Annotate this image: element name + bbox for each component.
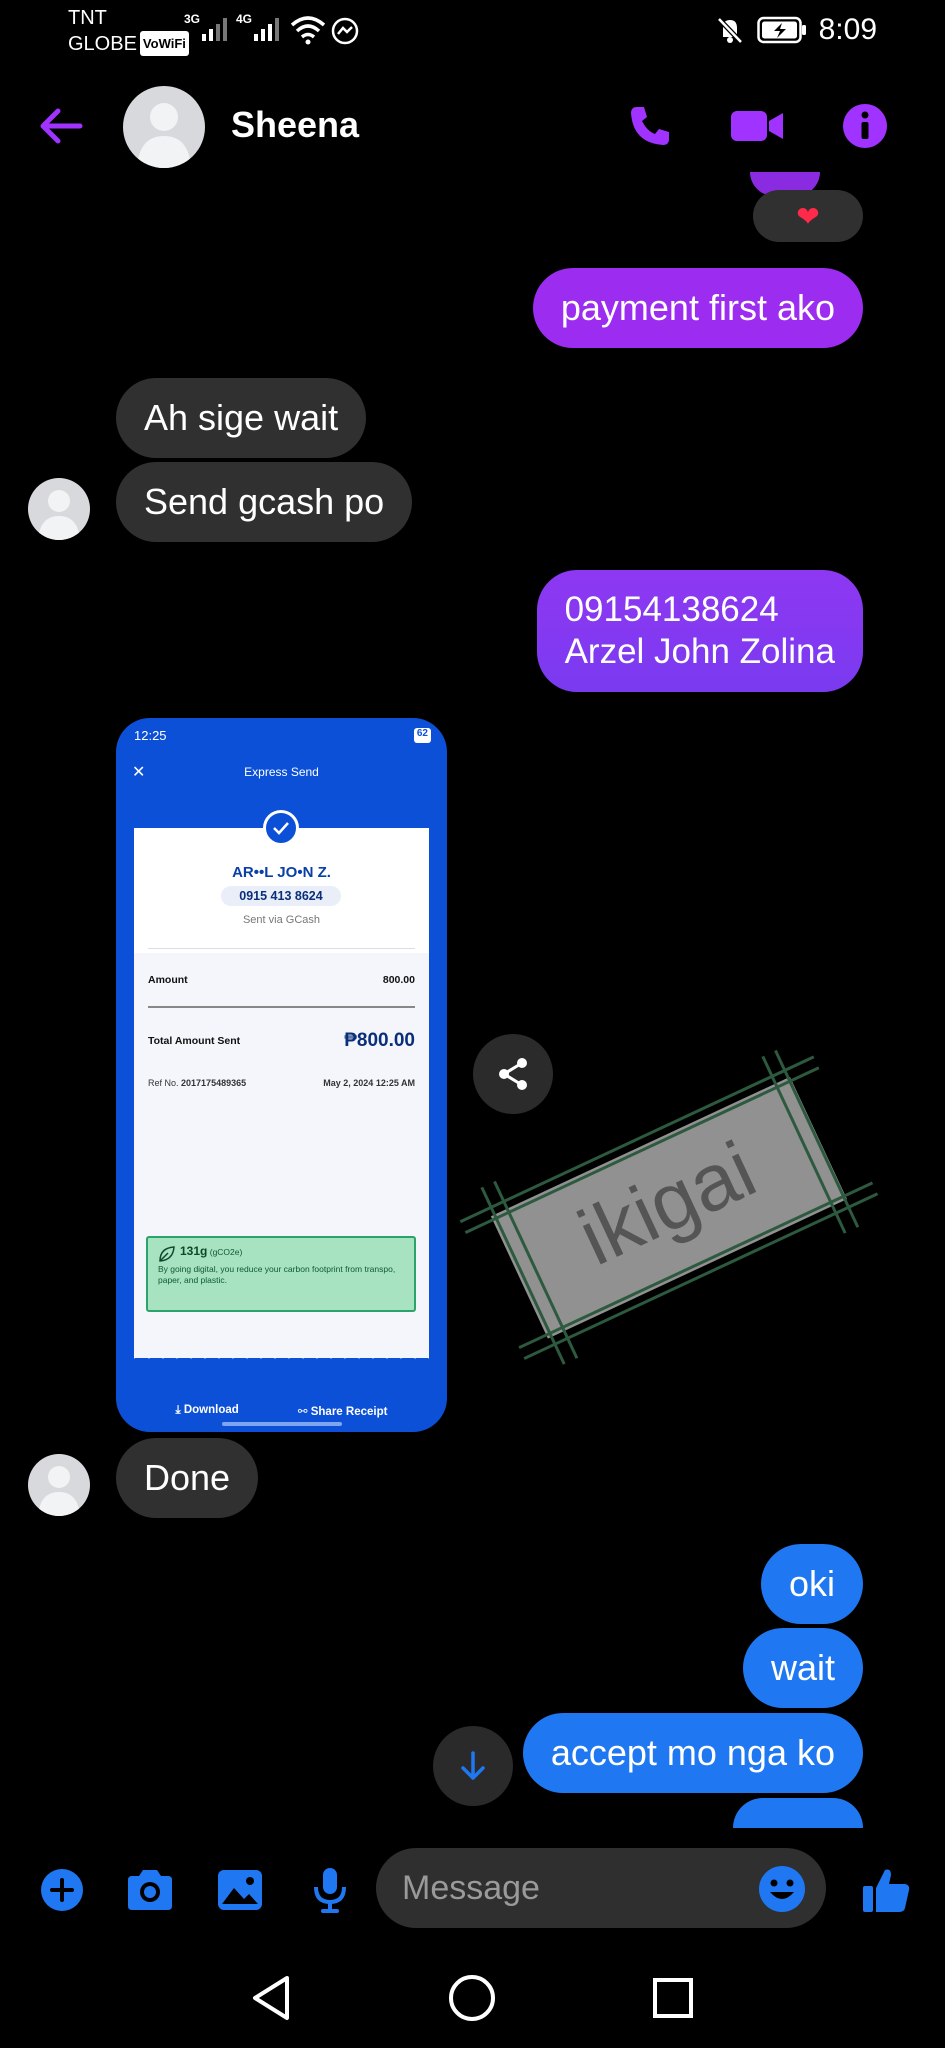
status-right: 8:09 <box>715 10 877 50</box>
download-label: ⤓ Download <box>175 1404 239 1416</box>
share-button[interactable] <box>473 1034 553 1114</box>
like-button[interactable] <box>856 1860 916 1920</box>
sender-avatar[interactable] <box>28 1454 90 1516</box>
arrow-down-icon <box>461 1751 485 1780</box>
outgoing-message[interactable]: 09154138624 Arzel John Zolina <box>536 570 863 692</box>
triangle-back-icon <box>253 1976 289 2020</box>
receipt-actions: ⤓ Download ⚯ Share Receipt <box>116 1404 447 1418</box>
carrier-2: GLOBE <box>68 33 137 55</box>
contact-avatar[interactable] <box>123 86 205 168</box>
ref-row: Ref No. 2017175489365 May 2, 2024 12:25 … <box>148 1078 415 1088</box>
back-button[interactable] <box>35 100 87 152</box>
outgoing-message[interactable]: wait <box>742 1628 863 1708</box>
default-avatar-icon <box>137 103 191 168</box>
incoming-message[interactable]: Done <box>116 1438 259 1518</box>
share-icon <box>499 1058 527 1090</box>
camera-button[interactable] <box>120 1860 180 1920</box>
receipt-image[interactable]: 12:25 62 ✕ Express Send AR••L JO•N Z. 09… <box>116 718 447 1432</box>
system-nav-bar <box>0 1942 945 2048</box>
total-row: Total Amount Sent ₱800.00 <box>148 1030 415 1051</box>
image-icon <box>218 1870 262 1910</box>
receipt-edge <box>134 1343 429 1359</box>
leaf-icon <box>159 1246 175 1262</box>
camera-icon <box>128 1870 172 1910</box>
emoji-icon[interactable] <box>757 1864 807 1914</box>
vowifi-badge: VoWiFi <box>139 31 189 56</box>
call-button[interactable] <box>620 98 680 154</box>
receipt-status-bar: 12:25 62 <box>134 728 431 743</box>
outgoing-message-partial <box>733 1798 863 1828</box>
battery-icon <box>756 16 806 44</box>
default-avatar-icon <box>38 490 80 540</box>
heart-reaction-icon: ❤ <box>796 200 820 232</box>
gallery-button[interactable] <box>210 1860 270 1920</box>
nav-recents-button[interactable] <box>645 1970 701 2026</box>
outgoing-message[interactable]: payment first ako <box>532 268 863 348</box>
back-arrow-icon <box>40 108 83 144</box>
video-call-button[interactable] <box>727 98 787 154</box>
divider <box>148 948 415 949</box>
outgoing-message[interactable]: oki <box>760 1544 863 1624</box>
square-recents-icon <box>653 1978 693 2018</box>
eco-banner: 131g (gCO2e) By going digital, you reduc… <box>146 1236 416 1312</box>
nav-home-button[interactable] <box>444 1970 500 2026</box>
sender-avatar[interactable] <box>28 478 90 540</box>
default-avatar-icon <box>38 1466 80 1516</box>
scroll-to-bottom-button[interactable] <box>433 1726 513 1806</box>
messenger-notification-icon <box>331 17 359 45</box>
video-icon <box>731 111 783 141</box>
composer-bar <box>0 1838 945 1942</box>
voice-button[interactable] <box>300 1860 360 1920</box>
sent-via: Sent via GCash <box>242 914 321 926</box>
carrier-info: TNT GLOBE VoWiFi <box>68 6 189 57</box>
status-bar: TNT GLOBE VoWiFi 3G 4G 8:09 <box>68 6 877 57</box>
check-icon <box>263 810 299 846</box>
reaction-badge[interactable]: ❤ <box>753 190 863 242</box>
wifi-icon <box>290 16 326 45</box>
share-receipt-label: ⚯ Share Receipt <box>297 1406 388 1418</box>
home-indicator <box>222 1422 342 1426</box>
amount-row: Amount 800.00 <box>148 974 415 986</box>
contact-name[interactable]: Sheena <box>231 104 359 146</box>
nav-back-button[interactable] <box>243 1970 299 2026</box>
carrier-1: TNT <box>68 7 107 29</box>
message-line: Arzel John Zolina <box>564 632 835 671</box>
plus-icon <box>41 1869 83 1911</box>
more-actions-button[interactable] <box>32 1860 92 1920</box>
receipt-title: Express Send <box>244 765 319 779</box>
clock: 8:09 <box>818 13 877 46</box>
recipient-name: AR••L JO•N Z. <box>232 864 331 881</box>
phone-icon <box>631 107 669 145</box>
info-icon <box>843 104 887 148</box>
recipient-number: 0915 413 8624 <box>221 886 341 906</box>
circle-home-icon <box>449 1975 495 2021</box>
info-button[interactable] <box>835 98 895 154</box>
microphone-icon <box>314 1868 346 1913</box>
mute-bell-icon <box>716 17 743 44</box>
incoming-message[interactable]: Ah sige wait <box>116 378 367 458</box>
thumbs-up-icon <box>863 1869 910 1912</box>
outgoing-message[interactable]: accept mo nga ko <box>522 1713 863 1793</box>
incoming-message[interactable]: Send gcash po <box>116 462 413 542</box>
divider <box>148 1006 415 1008</box>
message-line: 09154138624 <box>564 590 779 629</box>
